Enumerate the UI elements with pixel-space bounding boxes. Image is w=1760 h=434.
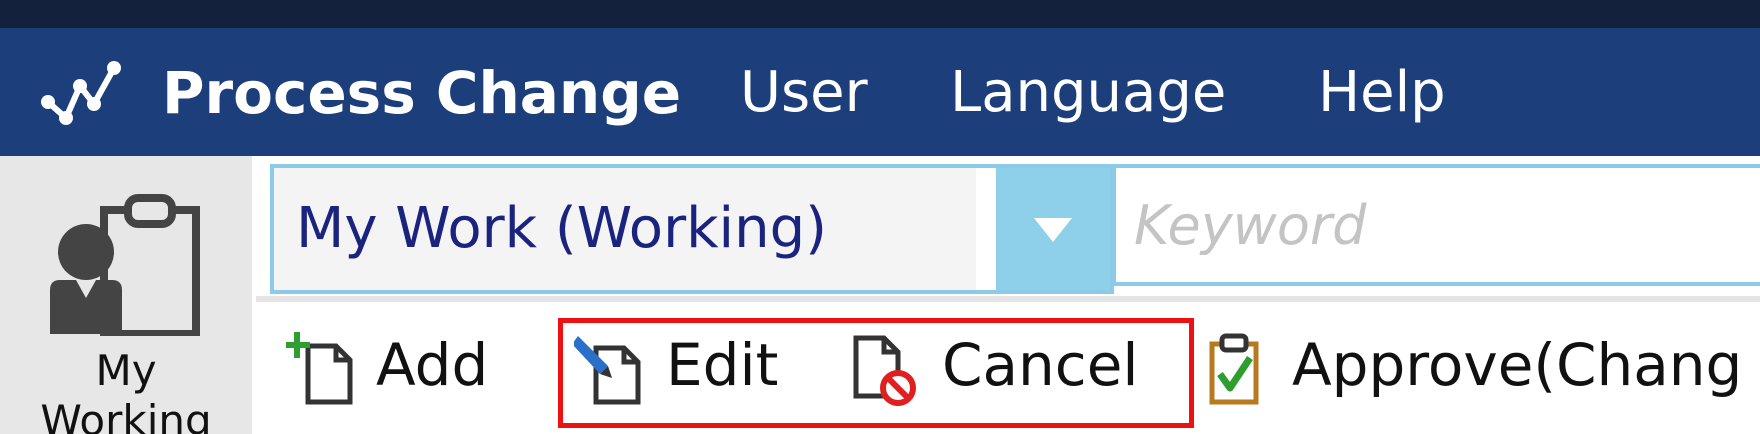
sidebar-item-label-2: Working	[40, 396, 212, 434]
approve-change-button[interactable]: Approve(Chang	[1206, 302, 1760, 434]
menu-item-language[interactable]: Language	[950, 58, 1226, 128]
edit-button-label: Edit	[666, 331, 779, 399]
cancel-button-label: Cancel	[942, 331, 1139, 399]
view-select-value: My Work (Working)	[274, 168, 976, 290]
cancel-document-icon	[853, 335, 916, 406]
edit-document-icon	[574, 336, 641, 405]
window-title-strip	[0, 0, 1760, 28]
cancel-button[interactable]: Cancel	[848, 302, 1148, 434]
add-button[interactable]: Add	[286, 302, 496, 434]
sidebar-item-my-working[interactable]: My Working	[0, 156, 252, 434]
add-button-label: Add	[376, 331, 489, 399]
menu-item-help[interactable]: Help	[1318, 58, 1446, 128]
sidebar-item-label: My	[95, 346, 157, 395]
approve-clipboard-icon	[1209, 333, 1259, 405]
filter-row: My Work (Working)	[256, 156, 1760, 296]
keyword-search-input[interactable]	[1112, 164, 1760, 286]
chevron-down-icon	[1034, 218, 1072, 242]
view-select[interactable]: My Work (Working)	[270, 164, 1114, 294]
edit-button[interactable]: Edit	[574, 302, 804, 434]
user-clipboard-icon	[50, 194, 200, 336]
line-chart-icon	[41, 61, 121, 125]
dropdown-toggle[interactable]	[996, 168, 1110, 290]
menu-item-user[interactable]: User	[740, 58, 868, 128]
add-document-icon	[286, 332, 353, 405]
app-title: Process Change	[162, 59, 682, 127]
approve-change-button-label: Approve(Chang	[1292, 331, 1743, 399]
action-toolbar: Add Edit Cancel Approve(Chang	[256, 302, 1760, 434]
